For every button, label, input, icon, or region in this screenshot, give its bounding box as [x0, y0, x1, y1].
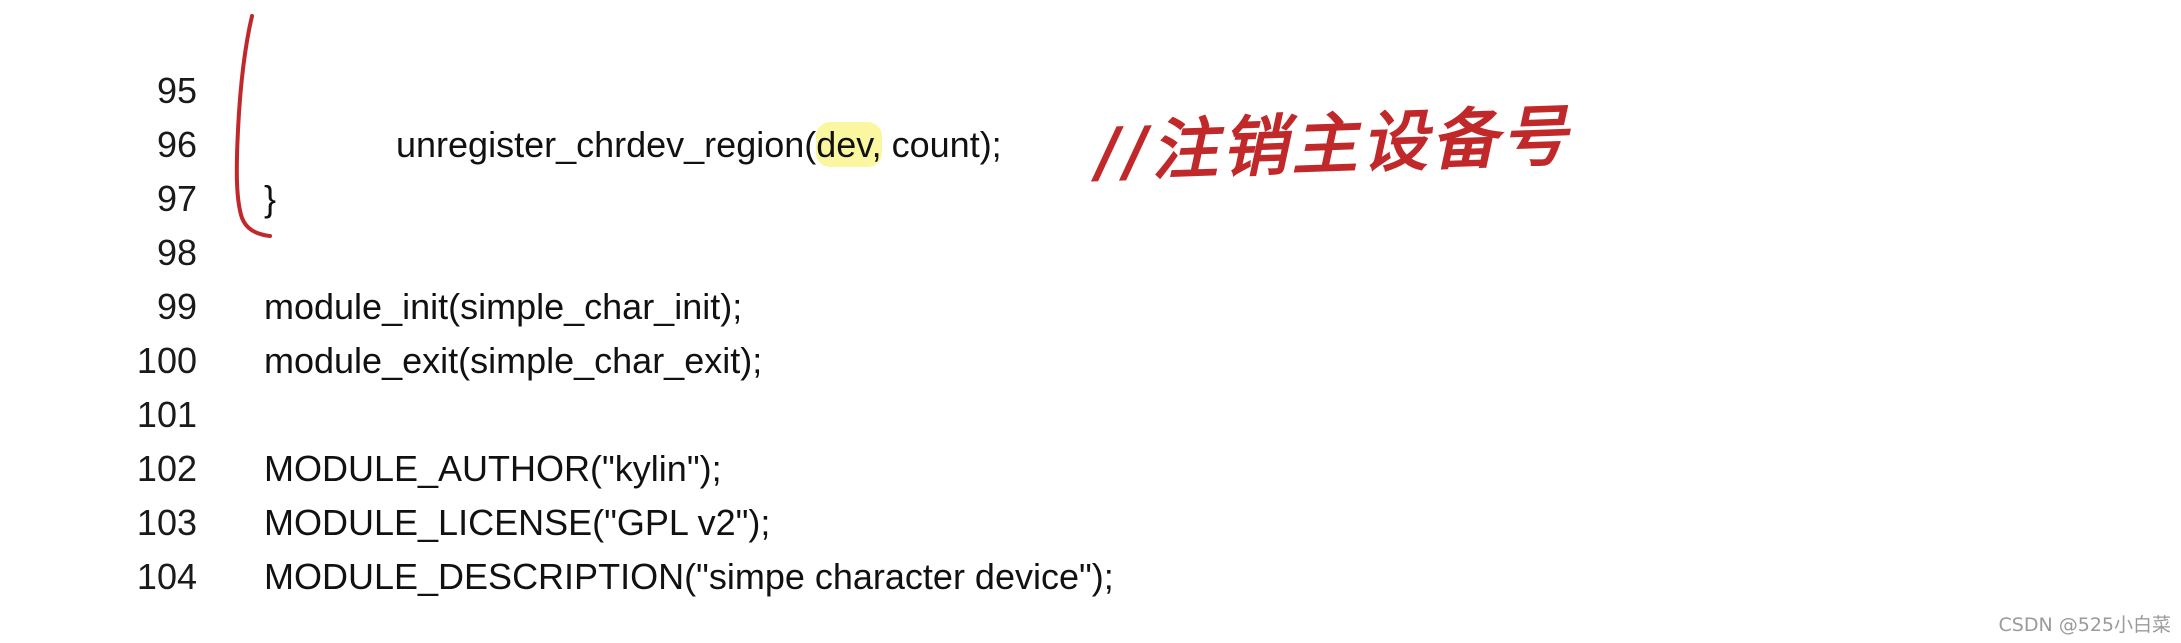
line-number: 97: [156, 178, 197, 219]
code-listing: 95 96 unregister_chrdev_region(dev, coun…: [0, 0, 2181, 643]
watermark: CSDN @525小白菜: [1998, 614, 2171, 636]
code-line: 101: [0, 388, 1600, 442]
line-number: 101: [136, 394, 197, 435]
code-line: 103 MODULE_LICENSE("GPL v2");: [0, 496, 1600, 550]
line-number: 103: [136, 502, 197, 543]
line-number: 100: [136, 340, 197, 381]
code-text: MODULE_LICENSE("GPL v2");: [264, 502, 771, 543]
line-number: 95: [156, 70, 197, 111]
line-number: 104: [136, 556, 197, 597]
line-number: 99: [156, 286, 197, 327]
code-line: 104 MODULE_DESCRIPTION("simpe character …: [0, 550, 1600, 604]
handwritten-annotation: //注销主设备号: [1093, 96, 1573, 192]
code-text-post: count);: [881, 124, 1002, 165]
code-text: module_init(simple_char_init);: [264, 286, 743, 327]
code-line: 102 MODULE_AUTHOR("kylin");: [0, 442, 1600, 496]
code-text-pre: unregister_chrdev_region(: [396, 124, 817, 165]
line-number: 102: [136, 448, 197, 489]
highlighted-text: dev,: [816, 122, 882, 167]
handwritten-bracket-mark: [234, 14, 272, 238]
code-text: MODULE_DESCRIPTION("simpe character devi…: [264, 556, 1114, 597]
code-text: unregister_chrdev_region(dev, count);: [396, 118, 1002, 172]
line-number: 96: [156, 124, 197, 165]
code-line: 99 module_init(simple_char_init);: [0, 280, 1600, 334]
code-text: module_exit(simple_char_exit);: [264, 340, 763, 381]
code-line: 100 module_exit(simple_char_exit);: [0, 334, 1600, 388]
line-number: 98: [156, 232, 197, 273]
code-text: MODULE_AUTHOR("kylin");: [264, 448, 722, 489]
